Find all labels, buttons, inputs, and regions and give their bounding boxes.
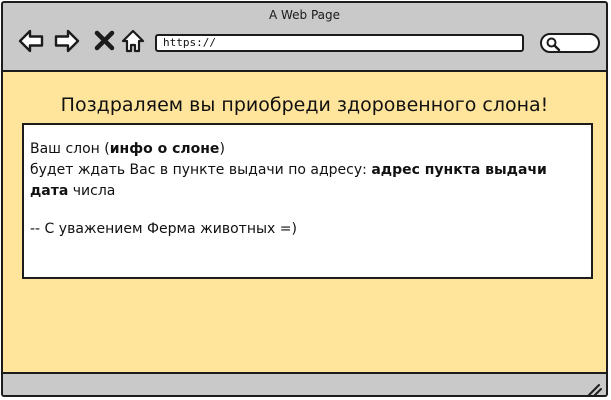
- url-input[interactable]: https://: [155, 34, 524, 52]
- pickup-address: адрес пункта выдачи: [371, 162, 547, 178]
- message-line-3: дата числа: [30, 181, 585, 202]
- search-icon[interactable]: [545, 36, 561, 52]
- home-icon[interactable]: [119, 27, 147, 55]
- page-content: Поздраляем вы приобреди здоровенного сло…: [3, 72, 606, 372]
- forward-arrow-icon[interactable]: [53, 27, 81, 55]
- browser-window: A Web Page https:// Поздраляем вы приобр…: [1, 1, 608, 397]
- message-line-1-prefix: Ваш слон (: [30, 141, 110, 157]
- back-arrow-icon[interactable]: [17, 27, 45, 55]
- message-line-1: Ваш слон (инфо о слоне): [30, 139, 585, 160]
- message-line-3-suffix: числа: [68, 183, 116, 199]
- message-box: Ваш слон (инфо о слоне) будет ждать Вас …: [22, 123, 593, 279]
- message-line-2: будет ждать Вас в пункте выдачи по адрес…: [30, 160, 585, 181]
- close-x-icon[interactable]: [91, 27, 119, 55]
- message-signature: -- С уважением Ферма животных =): [30, 221, 297, 237]
- elephant-info: инфо о слоне: [109, 141, 220, 157]
- status-bar: [3, 372, 606, 395]
- pickup-date: дата: [30, 183, 69, 199]
- resize-grip-icon[interactable]: [586, 381, 602, 395]
- search-box[interactable]: [540, 33, 600, 53]
- message-line-2-prefix: будет ждать Вас в пункте выдачи по адрес…: [30, 162, 372, 178]
- browser-toolbar: https://: [3, 23, 606, 67]
- page-headline: Поздраляем вы приобреди здоровенного сло…: [60, 94, 549, 116]
- message-line-1-suffix: ): [219, 141, 225, 157]
